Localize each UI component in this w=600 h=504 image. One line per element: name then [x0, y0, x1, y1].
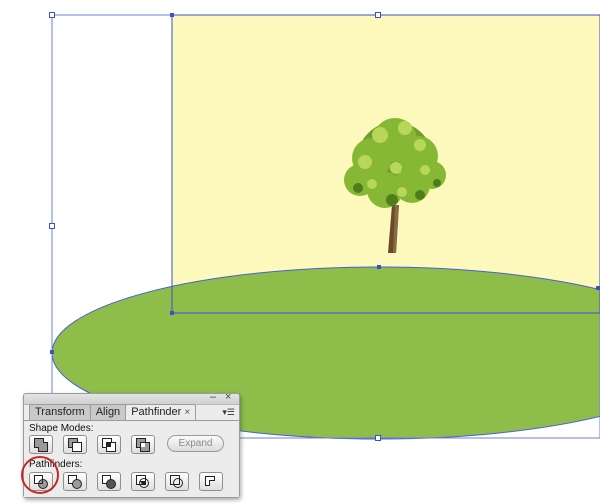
tab-transform[interactable]: Transform — [29, 404, 91, 420]
unite-button[interactable] — [29, 435, 53, 454]
minus-back-button[interactable] — [199, 472, 223, 491]
panel-body: Shape Modes: Expand Pathfinders: — [24, 420, 239, 497]
tab-pathfinder[interactable]: Pathfinder × — [125, 404, 197, 421]
panel-minimize-button[interactable]: – — [210, 391, 216, 403]
minus-front-button[interactable] — [63, 435, 87, 454]
panel-tabs: Transform Align Pathfinder × — [29, 404, 197, 421]
outline-icon — [170, 475, 183, 488]
exclude-button[interactable] — [131, 435, 155, 454]
trim-icon — [68, 475, 82, 489]
intersect-icon — [102, 438, 116, 452]
outline-button[interactable] — [165, 472, 189, 491]
crop-icon — [136, 475, 149, 488]
intersect-button[interactable] — [97, 435, 121, 454]
tab-pathfinder-label: Pathfinder — [131, 406, 182, 418]
panel-menu-icon[interactable]: ▾☰ — [222, 408, 235, 417]
minus-back-icon — [205, 476, 215, 486]
trim-button[interactable] — [63, 472, 87, 491]
merge-icon — [102, 475, 116, 489]
tab-transform-label: Transform — [35, 406, 85, 418]
exclude-icon — [136, 438, 150, 452]
unite-icon — [34, 438, 48, 452]
panel-close-button[interactable]: × — [225, 391, 231, 403]
expand-button[interactable]: Expand — [167, 435, 224, 452]
tab-align-label: Align — [95, 406, 121, 418]
shape-modes-label: Shape Modes: — [29, 423, 94, 434]
crop-button[interactable] — [131, 472, 155, 491]
tab-align[interactable]: Align — [89, 404, 127, 420]
highlight-circle — [21, 456, 59, 494]
tab-close-icon[interactable]: × — [184, 407, 190, 418]
minus-front-icon — [68, 438, 82, 452]
merge-button[interactable] — [97, 472, 121, 491]
